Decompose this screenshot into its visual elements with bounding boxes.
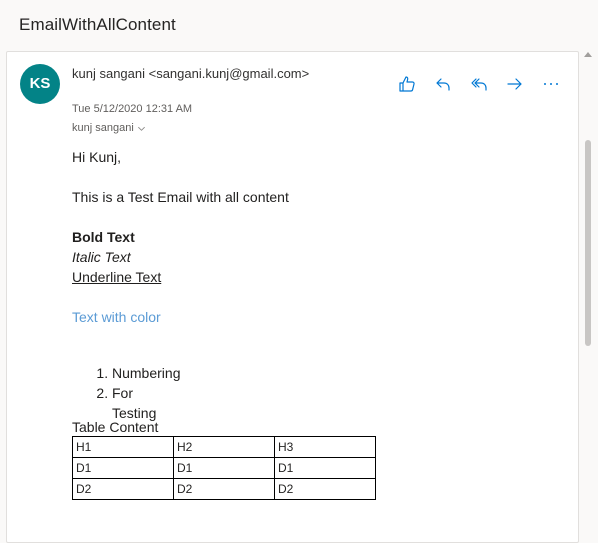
reply-button[interactable] <box>431 72 455 96</box>
email-subject: EmailWithAllContent <box>19 15 176 34</box>
recipient-name: kunj sangani <box>72 122 134 134</box>
scrollbar-thumb[interactable] <box>585 140 591 346</box>
table-cell: H2 <box>173 436 275 458</box>
more-actions-button[interactable] <box>539 72 563 96</box>
list-item: Numbering <box>112 363 180 383</box>
scroll-up-arrow-icon[interactable] <box>584 52 592 57</box>
table-cell: D2 <box>72 478 174 500</box>
table-cell: H3 <box>274 436 376 458</box>
table-caption: Table Content <box>72 419 159 435</box>
table-cell: H1 <box>72 436 174 458</box>
list-item: For Testing <box>112 383 180 423</box>
intro-text: This is a Test Email with all content <box>72 189 289 205</box>
like-button[interactable] <box>395 72 419 96</box>
numbered-list: Numbering For Testing <box>96 363 180 423</box>
reply-all-icon <box>471 78 487 91</box>
italic-text: Italic Text <box>72 249 131 265</box>
colored-text: Text with color <box>72 309 161 325</box>
recipient[interactable]: kunj sangani <box>72 122 146 136</box>
sender-name[interactable]: kunj sangani <sangani.kunj@gmail.com> <box>72 65 342 83</box>
more-icon <box>544 83 558 85</box>
chevron-down-icon[interactable] <box>137 124 146 136</box>
sent-date: Tue 5/12/2020 12:31 AM <box>72 103 193 115</box>
bold-text: Bold Text <box>72 229 135 245</box>
reply-all-button[interactable] <box>467 72 491 96</box>
greeting-text: Hi Kunj, <box>72 149 122 165</box>
content-table: H1 H2 H3 D1 D1 D1 D2 D2 D2 <box>72 436 376 500</box>
table-cell: D1 <box>173 457 275 479</box>
forward-icon <box>507 78 522 90</box>
table-cell: D1 <box>274 457 376 479</box>
thumbs-up-icon <box>399 76 415 92</box>
table-cell: D2 <box>274 478 376 500</box>
reply-icon <box>436 78 450 91</box>
table-row: D1 D1 D1 <box>72 457 376 479</box>
table-row: H1 H2 H3 <box>72 436 376 458</box>
message-actions <box>395 72 563 96</box>
forward-button[interactable] <box>503 72 527 96</box>
underline-text: Underline Text <box>72 269 162 285</box>
sender-avatar[interactable]: KS <box>20 64 60 104</box>
table-cell: D2 <box>173 478 275 500</box>
table-cell: D1 <box>72 457 174 479</box>
vertical-scrollbar[interactable] <box>583 52 593 530</box>
table-row: D2 D2 D2 <box>72 478 376 500</box>
reading-pane: KS kunj sangani <sangani.kunj@gmail.com>… <box>6 51 579 543</box>
